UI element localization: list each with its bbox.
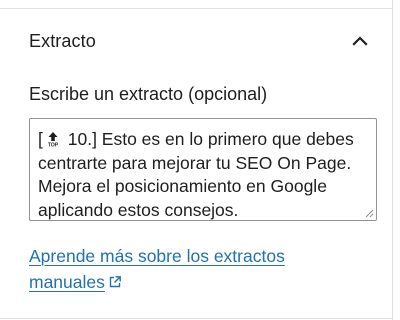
- panel-title: Extracto: [29, 30, 96, 51]
- learn-more-excerpts-link[interactable]: Aprende más sobre los extractos manuales: [29, 243, 349, 295]
- excerpt-textarea[interactable]: [ TOP 10.] Esto es en lo primero que deb…: [29, 118, 377, 221]
- excerpt-textarea-value[interactable]: [ TOP 10.] Esto es en lo primero que deb…: [38, 128, 370, 222]
- excerpt-value-text: 10.] Esto es en lo primero que debes cen…: [38, 129, 359, 220]
- excerpt-field-label: Escribe un extracto (opcional): [29, 84, 268, 104]
- resize-handle-icon[interactable]: [365, 209, 374, 218]
- excerpt-panel: Extracto Escribe un extracto (opcional) …: [0, 0, 393, 320]
- external-link-icon: [108, 270, 122, 288]
- svg-text:TOP: TOP: [48, 143, 59, 148]
- top-arrow-emoji: TOP: [45, 130, 61, 149]
- chevron-up-icon[interactable]: [348, 29, 372, 53]
- bottom-divider: [0, 318, 392, 319]
- excerpt-panel-header[interactable]: Extracto: [0, 9, 392, 73]
- excerpt-value-prefix: [: [38, 129, 43, 149]
- help-link-label: Aprende más sobre los extractos manuales: [29, 246, 285, 292]
